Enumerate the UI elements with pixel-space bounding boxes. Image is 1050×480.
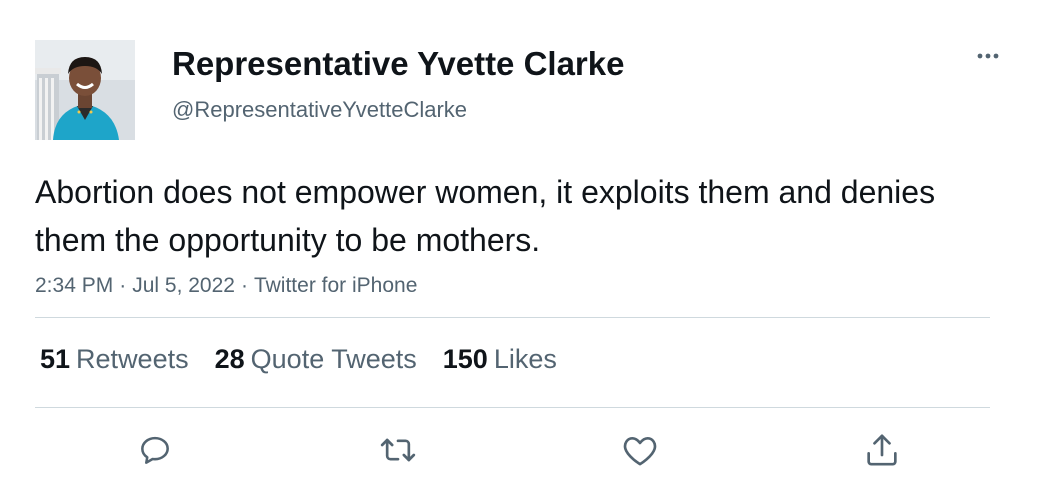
profile-photo bbox=[35, 40, 135, 140]
tweet-metadata: 2:34 PM · Jul 5, 2022 · Twitter for iPhone bbox=[35, 272, 417, 300]
more-options-button[interactable] bbox=[968, 42, 1008, 70]
retweets-count: 51 bbox=[40, 344, 71, 374]
avatar[interactable] bbox=[35, 40, 135, 140]
tweet-text: Abortion does not empower women, it expl… bbox=[35, 174, 936, 258]
tweet-stats: 51 Retweets 28 Quote Tweets 150 Likes bbox=[40, 341, 583, 377]
likes-count: 150 bbox=[442, 344, 488, 374]
more-icon bbox=[977, 53, 999, 59]
likes-stat[interactable]: 150 Likes bbox=[443, 341, 557, 377]
meta-separator: · bbox=[119, 274, 127, 297]
reply-button[interactable] bbox=[135, 430, 175, 470]
display-name[interactable]: Representative Yvette Clarke bbox=[172, 44, 624, 84]
retweet-button[interactable] bbox=[378, 430, 418, 470]
reply-icon bbox=[141, 436, 169, 464]
tweet-date[interactable]: Jul 5, 2022 bbox=[132, 274, 235, 297]
retweets-stat[interactable]: 51 Retweets bbox=[40, 341, 189, 377]
share-button[interactable] bbox=[862, 430, 902, 470]
heart-icon bbox=[623, 437, 657, 466]
like-button[interactable] bbox=[620, 430, 660, 470]
quote-tweets-label: Quote Tweets bbox=[250, 344, 417, 374]
divider bbox=[35, 317, 990, 318]
retweet-icon bbox=[380, 438, 416, 462]
meta-separator: · bbox=[240, 274, 248, 297]
tweet-time[interactable]: 2:34 PM bbox=[35, 274, 113, 297]
tweet-source[interactable]: Twitter for iPhone bbox=[254, 274, 417, 297]
share-icon bbox=[867, 434, 897, 466]
user-handle[interactable]: @RepresentativeYvetteClarke bbox=[172, 96, 467, 124]
likes-label: Likes bbox=[493, 344, 557, 374]
quote-tweets-count: 28 bbox=[214, 344, 245, 374]
retweets-label: Retweets bbox=[76, 344, 189, 374]
divider bbox=[35, 407, 990, 408]
quote-tweets-stat[interactable]: 28 Quote Tweets bbox=[215, 341, 417, 377]
